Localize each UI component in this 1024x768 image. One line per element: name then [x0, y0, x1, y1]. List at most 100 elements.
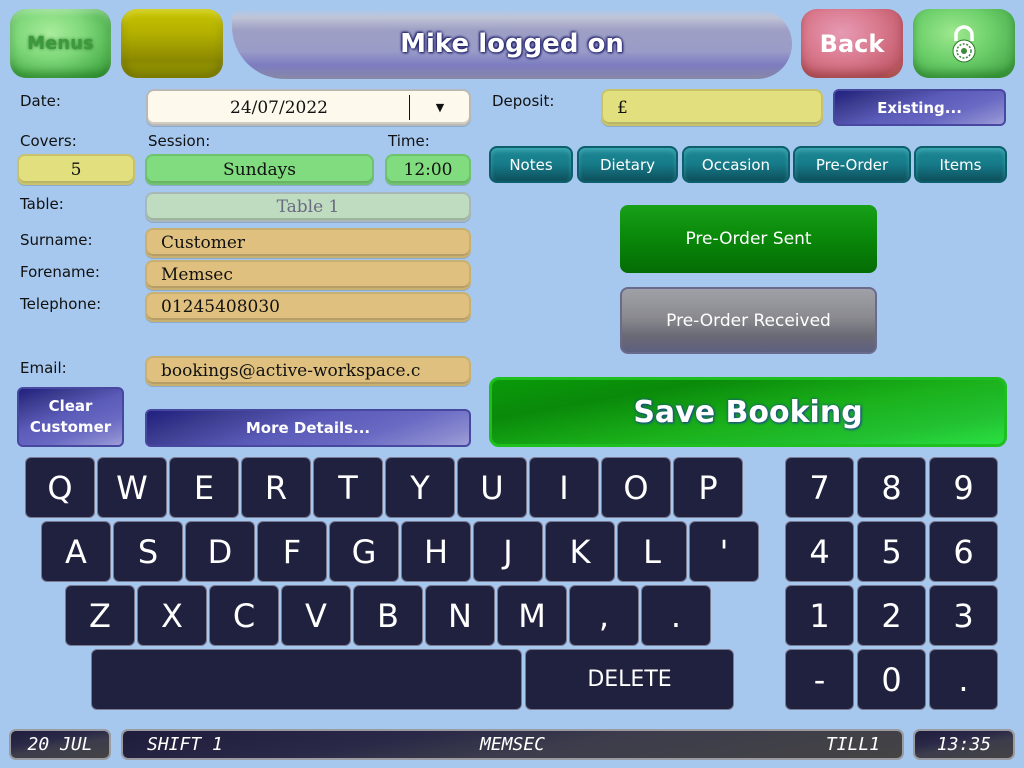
numpad-minus[interactable]: -: [785, 649, 854, 710]
pre-order-received-button[interactable]: Pre-Order Received: [620, 287, 877, 354]
pre-order-sent-button[interactable]: Pre-Order Sent: [620, 205, 877, 273]
status-time-value: 13:35: [936, 734, 992, 755]
date-picker[interactable]: 24/07/2022 ▼: [146, 89, 471, 126]
pre-order-sent-label: Pre-Order Sent: [685, 229, 812, 249]
chevron-down-icon[interactable]: ▼: [410, 101, 470, 114]
numpad-3[interactable]: 3: [929, 585, 998, 646]
menus-button[interactable]: Menus: [10, 9, 111, 78]
tab-occasion-label: Occasion: [701, 155, 771, 174]
key-delete[interactable]: DELETE: [525, 649, 734, 710]
covers-label: Covers:: [20, 132, 77, 150]
key-apostrophe[interactable]: ': [689, 521, 759, 582]
clear-customer-button[interactable]: Clear Customer: [17, 387, 124, 447]
key-w[interactable]: W: [97, 457, 167, 518]
covers-field[interactable]: 5: [17, 154, 135, 185]
more-details-button[interactable]: More Details...: [145, 409, 471, 447]
forename-label: Forename:: [20, 263, 100, 281]
date-label: Date:: [20, 92, 61, 110]
tab-dietary[interactable]: Dietary: [577, 146, 678, 183]
numpad-2[interactable]: 2: [857, 585, 926, 646]
deposit-label: Deposit:: [492, 92, 555, 110]
key-p[interactable]: P: [673, 457, 743, 518]
clear-customer-line2: Customer: [29, 418, 112, 436]
surname-value: Customer: [161, 233, 246, 253]
deposit-input[interactable]: £: [601, 89, 823, 126]
numpad-7[interactable]: 7: [785, 457, 854, 518]
numpad-6[interactable]: 6: [929, 521, 998, 582]
email-label: Email:: [20, 359, 67, 377]
key-l[interactable]: L: [617, 521, 687, 582]
blank-function-button[interactable]: [121, 9, 223, 78]
status-time: 13:35: [913, 729, 1015, 760]
key-c[interactable]: C: [209, 585, 279, 646]
key-a[interactable]: A: [41, 521, 111, 582]
key-u[interactable]: U: [457, 457, 527, 518]
telephone-label: Telephone:: [20, 295, 102, 313]
key-r[interactable]: R: [241, 457, 311, 518]
telephone-input[interactable]: 01245408030: [145, 292, 471, 322]
save-booking-button[interactable]: Save Booking: [489, 377, 1007, 447]
forename-value: Memsec: [161, 265, 233, 285]
key-g[interactable]: G: [329, 521, 399, 582]
tab-pre-order[interactable]: Pre-Order: [793, 146, 911, 183]
session-value: Sundays: [223, 159, 296, 180]
save-booking-label: Save Booking: [633, 394, 863, 430]
key-o[interactable]: O: [601, 457, 671, 518]
covers-value: 5: [70, 159, 82, 180]
tab-pre-order-label: Pre-Order: [815, 155, 889, 174]
more-details-label: More Details...: [245, 419, 371, 437]
key-v[interactable]: V: [281, 585, 351, 646]
key-f[interactable]: F: [257, 521, 327, 582]
deposit-value: £: [617, 97, 628, 118]
numpad-decimal[interactable]: .: [929, 649, 998, 710]
page-title: Mike logged on: [400, 29, 624, 59]
session-label: Session:: [148, 132, 211, 150]
table-field[interactable]: Table 1: [145, 192, 471, 222]
key-e[interactable]: E: [169, 457, 239, 518]
lock-button[interactable]: [913, 9, 1015, 78]
email-input[interactable]: bookings@active-workspace.c: [145, 356, 471, 386]
clear-customer-line1: Clear: [48, 397, 93, 415]
time-label: Time:: [388, 132, 430, 150]
numpad-0[interactable]: 0: [857, 649, 926, 710]
numpad-1[interactable]: 1: [785, 585, 854, 646]
back-label: Back: [819, 29, 885, 58]
surname-label: Surname:: [20, 231, 93, 249]
session-field[interactable]: Sundays: [145, 154, 374, 185]
numpad-4[interactable]: 4: [785, 521, 854, 582]
key-t[interactable]: T: [313, 457, 383, 518]
key-m[interactable]: M: [497, 585, 567, 646]
key-y[interactable]: Y: [385, 457, 455, 518]
status-user: MEMSEC: [479, 734, 546, 755]
key-z[interactable]: Z: [65, 585, 135, 646]
existing-label: Existing...: [877, 98, 962, 117]
time-field[interactable]: 12:00: [385, 154, 471, 185]
key-space[interactable]: [91, 649, 522, 710]
key-n[interactable]: N: [425, 585, 495, 646]
key-k[interactable]: K: [545, 521, 615, 582]
key-b[interactable]: B: [353, 585, 423, 646]
surname-input[interactable]: Customer: [145, 228, 471, 258]
key-d[interactable]: D: [185, 521, 255, 582]
back-button[interactable]: Back: [801, 9, 903, 78]
key-j[interactable]: J: [473, 521, 543, 582]
key-h[interactable]: H: [401, 521, 471, 582]
key-q[interactable]: Q: [25, 457, 95, 518]
pre-order-received-label: Pre-Order Received: [666, 310, 831, 331]
table-label: Table:: [20, 195, 64, 213]
key-comma[interactable]: ,: [569, 585, 639, 646]
table-value: Table 1: [276, 197, 340, 217]
key-period[interactable]: .: [641, 585, 711, 646]
key-i[interactable]: I: [529, 457, 599, 518]
telephone-value: 01245408030: [161, 297, 280, 317]
numpad-5[interactable]: 5: [857, 521, 926, 582]
numpad-9[interactable]: 9: [929, 457, 998, 518]
existing-button[interactable]: Existing...: [833, 89, 1006, 126]
key-x[interactable]: X: [137, 585, 207, 646]
tab-notes[interactable]: Notes: [489, 146, 573, 183]
key-s[interactable]: S: [113, 521, 183, 582]
numpad-8[interactable]: 8: [857, 457, 926, 518]
tab-occasion[interactable]: Occasion: [682, 146, 790, 183]
forename-input[interactable]: Memsec: [145, 260, 471, 290]
tab-items[interactable]: Items: [914, 146, 1007, 183]
